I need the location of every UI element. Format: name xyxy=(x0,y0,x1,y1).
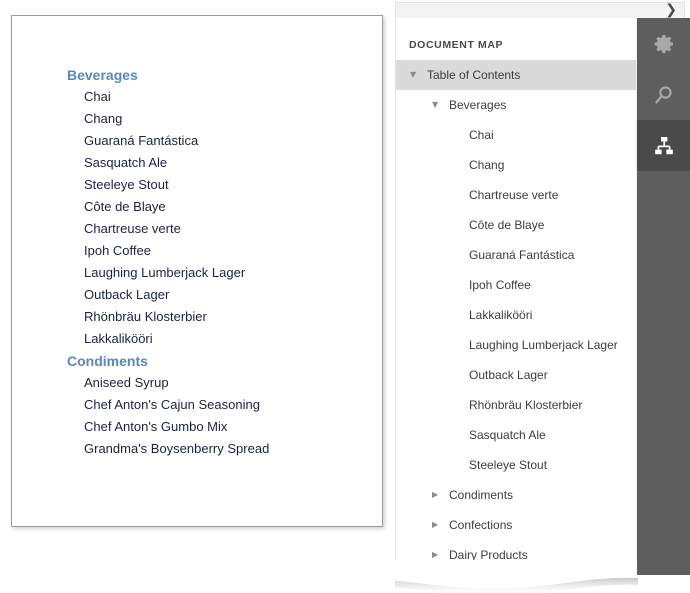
document-group-heading: Condiments xyxy=(12,350,382,372)
document-item: Laughing Lumberjack Lager xyxy=(12,262,382,284)
document-item: Rhönbräu Klosterbier xyxy=(12,306,382,328)
search-icon xyxy=(652,83,676,107)
tree-node[interactable]: ▶Condiments xyxy=(396,480,636,510)
document-group: BeveragesChaiChangGuaraná FantásticaSasq… xyxy=(12,64,382,350)
tree-node-label: Outback Lager xyxy=(396,360,636,390)
document-item: Côte de Blaye xyxy=(12,196,382,218)
tree-node-label: Sasquatch Ale xyxy=(396,420,636,450)
chevron-down-icon[interactable]: ▼ xyxy=(432,90,438,120)
tree-node[interactable]: ▼Beverages xyxy=(396,90,636,120)
document-map-panel: ❯ DOCUMENT MAP ▼Table of Contents▼Bevera… xyxy=(395,0,690,593)
tree-node[interactable]: Laughing Lumberjack Lager xyxy=(396,330,636,360)
tree-node-label: Chang xyxy=(396,150,636,180)
chevron-right-icon[interactable]: ❯ xyxy=(665,3,677,18)
document-item: Ipoh Coffee xyxy=(12,240,382,262)
tree-node-label: Steeleye Stout xyxy=(396,450,636,480)
tree-node[interactable]: Côte de Blaye xyxy=(396,210,636,240)
tree-node-label: Chai xyxy=(396,120,636,150)
document-map-topbar: ❯ xyxy=(395,2,685,18)
search-button[interactable] xyxy=(637,69,690,120)
tree-node-label: Lakkalikööri xyxy=(396,300,636,330)
tree-node[interactable]: ▶Dairy Products xyxy=(396,540,636,570)
document-group: CondimentsAniseed SyrupChef Anton's Caju… xyxy=(12,350,382,460)
gear-icon xyxy=(652,32,676,56)
document-item: Sasquatch Ale xyxy=(12,152,382,174)
tree-node[interactable]: Chang xyxy=(396,150,636,180)
document-item: Chef Anton's Gumbo Mix xyxy=(12,416,382,438)
document-item: Grandma's Boysenberry Spread xyxy=(12,438,382,460)
document-group-heading: Beverages xyxy=(12,64,382,86)
app-root: BeveragesChaiChangGuaraná FantásticaSasq… xyxy=(0,0,690,593)
tool-icon-rail xyxy=(637,18,690,575)
document-preview-viewport: BeveragesChaiChangGuaraná FantásticaSasq… xyxy=(0,0,395,593)
document-map-tree: ▼Table of Contents▼BeveragesChaiChangCha… xyxy=(396,60,636,570)
tree-node-label: Guaraná Fantástica xyxy=(396,240,636,270)
tree-node-label: Côte de Blaye xyxy=(396,210,636,240)
document-item: Aniseed Syrup xyxy=(12,372,382,394)
document-item: Chef Anton's Cajun Seasoning xyxy=(12,394,382,416)
document-item: Lakkalikööri xyxy=(12,328,382,350)
tree-node[interactable]: Chai xyxy=(396,120,636,150)
tree-node-label: Laughing Lumberjack Lager xyxy=(396,330,636,360)
tree-node[interactable]: Ipoh Coffee xyxy=(396,270,636,300)
document-item: Chang xyxy=(12,108,382,130)
document-map-body: DOCUMENT MAP ▼Table of Contents▼Beverage… xyxy=(395,18,637,575)
chevron-right-icon[interactable]: ▶ xyxy=(432,510,438,540)
settings-button[interactable] xyxy=(637,18,690,69)
tree-node[interactable]: Outback Lager xyxy=(396,360,636,390)
tree-node[interactable]: Chartreuse verte xyxy=(396,180,636,210)
document-item: Outback Lager xyxy=(12,284,382,306)
document-item: Chai xyxy=(12,86,382,108)
document-item: Guaraná Fantástica xyxy=(12,130,382,152)
tree-node[interactable]: Guaraná Fantástica xyxy=(396,240,636,270)
tree-node-label: Rhönbräu Klosterbier xyxy=(396,390,636,420)
tree-node[interactable]: ▶Confections xyxy=(396,510,636,540)
tree-node[interactable]: ▼Table of Contents xyxy=(396,60,636,90)
document-map-button[interactable] xyxy=(637,120,690,171)
document-content: BeveragesChaiChangGuaraná FantásticaSasq… xyxy=(12,16,382,460)
tree-node-label: Ipoh Coffee xyxy=(396,270,636,300)
chevron-right-icon[interactable]: ▶ xyxy=(432,540,438,570)
tree-node-label: Table of Contents xyxy=(396,60,636,90)
tree-node[interactable]: Sasquatch Ale xyxy=(396,420,636,450)
document-map-icon xyxy=(652,134,676,158)
document-item: Chartreuse verte xyxy=(12,218,382,240)
tree-node[interactable]: Lakkalikööri xyxy=(396,300,636,330)
document-page: BeveragesChaiChangGuaraná FantásticaSasq… xyxy=(11,15,383,527)
chevron-right-icon[interactable]: ▶ xyxy=(432,480,438,510)
tree-node[interactable]: Steeleye Stout xyxy=(396,450,636,480)
chevron-down-icon[interactable]: ▼ xyxy=(410,60,416,90)
document-map-title: DOCUMENT MAP xyxy=(396,18,636,60)
tree-node[interactable]: Rhönbräu Klosterbier xyxy=(396,390,636,420)
document-item: Steeleye Stout xyxy=(12,174,382,196)
tree-node-label: Chartreuse verte xyxy=(396,180,636,210)
